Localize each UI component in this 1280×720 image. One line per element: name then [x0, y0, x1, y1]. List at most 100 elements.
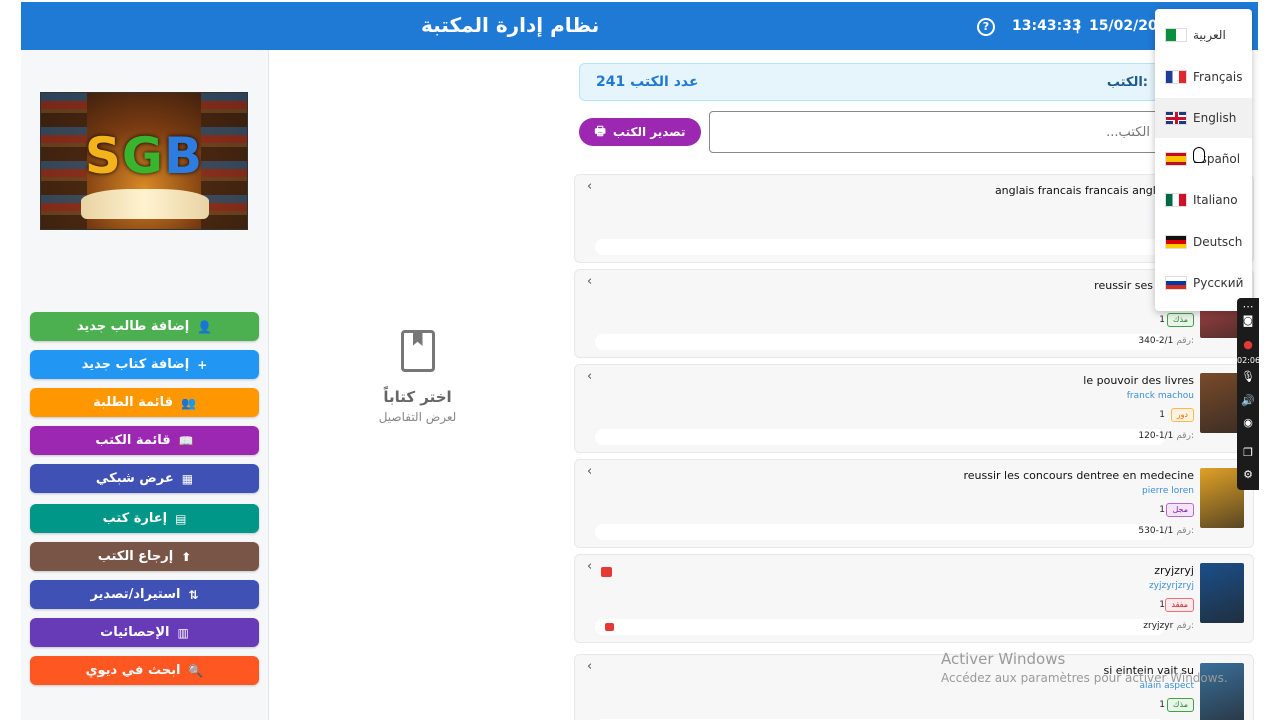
sidebar-button-2[interactable]: قائمة الطلبة 👥	[30, 388, 259, 417]
germany-flag-icon	[1165, 235, 1187, 249]
sidebar-button-label: إضافة كتاب جديد	[81, 357, 190, 372]
chevron-left-icon[interactable]: ‹	[587, 559, 592, 574]
book-title: zryjzryj	[1154, 564, 1194, 577]
book-details-placeholder: اختر كتاباً لعرض التفاصيل	[300, 330, 535, 424]
page-title: نظام إدارة المكتبة	[421, 13, 600, 37]
book-number-value: 340-2/1	[1138, 336, 1174, 346]
sidebar-button-7[interactable]: استيراد/تصدير ⇅	[30, 580, 259, 609]
chevron-left-icon[interactable]: ‹	[587, 659, 592, 674]
settings-gear-icon[interactable]: ⚙	[1237, 468, 1259, 481]
sidebar-button-5[interactable]: إعارة كتب ▤	[30, 504, 259, 533]
logo-letter-s: S	[84, 127, 122, 185]
watermark-line1: Activer Windows	[941, 650, 1066, 668]
plus-icon: +	[197, 357, 208, 372]
book-author[interactable]: pierre loren	[1142, 486, 1194, 496]
book-number: zryjzyr رقم:	[1143, 621, 1194, 631]
book-quantity: 1	[1159, 315, 1165, 325]
chevron-left-icon[interactable]: ‹	[587, 464, 592, 479]
language-label: Deutsch	[1193, 235, 1243, 249]
uk-flag-icon	[1165, 111, 1187, 125]
language-option[interactable]: Français	[1155, 57, 1252, 97]
speaker-icon[interactable]: 🔊	[1237, 394, 1259, 407]
help-icon[interactable]: ?	[977, 18, 995, 36]
language-option[interactable]: Deutsch	[1155, 222, 1252, 262]
book-number: 340-2/1 رقم:	[1138, 336, 1194, 346]
sidebar-button-6[interactable]: إرجاع الكتب ⬆	[30, 542, 259, 571]
book-card[interactable]: ‹ zryjzryj zyjzyrjzryj 1 مفقد zryjzyr رقم:	[574, 554, 1254, 643]
book-author[interactable]: zyjzyrjzryj	[1149, 581, 1194, 591]
clock-time: 13:43:33	[1012, 18, 1082, 34]
book-title: reussir les concours dentree en medecine	[963, 469, 1194, 482]
camera-icon[interactable]: ◙	[1237, 314, 1259, 327]
record-icon[interactable]: ●	[1237, 338, 1259, 351]
sidebar-button-3[interactable]: قائمة الكتب 📖	[30, 426, 259, 455]
book-number-label: رقم:	[1176, 526, 1194, 536]
books-label: الكتب:	[1106, 75, 1148, 90]
book-number: 530-1/1 رقم:	[1138, 526, 1194, 536]
logo-letter-g: G	[121, 127, 164, 185]
book-stack-icon: ▤	[175, 511, 187, 526]
language-label: Italiano	[1193, 193, 1238, 207]
book-open-icon: 📖	[178, 433, 194, 448]
book-card[interactable]: ‹anglais francais francais anglais dicim…	[574, 174, 1254, 263]
chevron-left-icon[interactable]: ‹	[587, 179, 592, 194]
status-badge: مفقد	[1165, 598, 1194, 612]
bookmark-icon	[400, 330, 435, 372]
language-option[interactable]: Italiano	[1155, 180, 1252, 220]
sidebar-button-label: قائمة الطلبة	[93, 395, 173, 410]
search-icon: 🔍	[188, 663, 204, 678]
language-label: Русский	[1193, 276, 1244, 290]
book-number-label: رقم:	[1176, 431, 1194, 441]
chart-icon: ▥	[177, 625, 189, 640]
language-label: العربية	[1193, 28, 1226, 42]
book-card[interactable]: ‹reussir ses etudespatr1مذك340-2/1رقم:	[574, 269, 1254, 358]
russia-flag-icon	[1165, 276, 1187, 290]
language-label: Français	[1193, 70, 1243, 84]
sidebar-button-label: إضافة طالب جديد	[76, 319, 190, 334]
book-number-label: رقم:	[1176, 336, 1194, 346]
book-author[interactable]: franck machou	[1127, 391, 1194, 401]
screen-recorder-toolbar: ⋯ ◙ ● 02:06 🎙 🔊 ◉ ❐ ⚙	[1237, 298, 1261, 490]
sidebar-button-1[interactable]: إضافة كتاب جديد +	[30, 350, 259, 379]
sidebar-button-label: استيراد/تصدير	[90, 587, 181, 602]
details-subtitle: لعرض التفاصيل	[378, 410, 457, 424]
window-icon[interactable]: ❐	[1237, 446, 1259, 459]
book-progress-bar	[595, 429, 1165, 445]
logo-text: SGB	[41, 127, 247, 185]
language-label: English	[1193, 111, 1237, 125]
sgb-logo: SGB	[40, 92, 248, 230]
book-quantity: 1	[1159, 410, 1165, 420]
sidebar-button-8[interactable]: الإحصائيات ▥	[30, 618, 259, 647]
link-icon[interactable]: ⋯	[1237, 300, 1259, 313]
export-books-button[interactable]: 🖶 تصدير الكتب	[579, 118, 701, 146]
books-count: 241 عدد الكتب	[596, 74, 699, 90]
book-number-value: 120-1/1	[1138, 431, 1174, 441]
sidebar: SGB إضافة طالب جديد 👤 إضافة كتاب جديد + قائم…	[21, 50, 269, 720]
lost-book-icon	[605, 623, 614, 631]
user-plus-icon: 👤	[197, 319, 213, 334]
recording-time: 02:06	[1237, 356, 1261, 365]
microphone-icon[interactable]: 🎙	[1237, 370, 1259, 383]
sidebar-button-0[interactable]: إضافة طالب جديد 👤	[30, 312, 259, 341]
sidebar-button-label: إعارة كتب	[102, 511, 168, 526]
mexico-flag-icon	[1165, 193, 1187, 207]
book-progress-bar	[595, 619, 1165, 635]
book-search-input[interactable]	[709, 111, 1179, 153]
sidebar-button-label: الإحصائيات	[100, 625, 170, 640]
book-quantity: 1	[1159, 700, 1165, 710]
language-option[interactable]: English	[1155, 98, 1252, 138]
chevron-left-icon[interactable]: ‹	[587, 369, 592, 384]
watermark-line2: Accédez aux paramètres pour activer Wind…	[941, 671, 1228, 685]
webcam-icon[interactable]: ◉	[1237, 416, 1259, 429]
book-cover-image	[1200, 563, 1244, 623]
grid-icon: ▦	[181, 471, 194, 486]
sidebar-button-9[interactable]: ابحث في ديوي 🔍	[30, 656, 259, 685]
sidebar-button-4[interactable]: عرض شبكي ▦	[30, 464, 259, 493]
book-card[interactable]: ‹ reussir les concours dentree en medecin…	[574, 459, 1254, 548]
language-option[interactable]: Русский	[1155, 263, 1252, 303]
sidebar-button-label: قائمة الكتب	[95, 433, 171, 448]
language-option[interactable]: العربية	[1155, 15, 1252, 55]
book-card[interactable]: ‹ le pouvoir des livres franck machou 1 دور 1…	[574, 364, 1254, 453]
chevron-left-icon[interactable]: ‹	[587, 274, 592, 289]
swap-icon: ⇅	[188, 587, 199, 602]
